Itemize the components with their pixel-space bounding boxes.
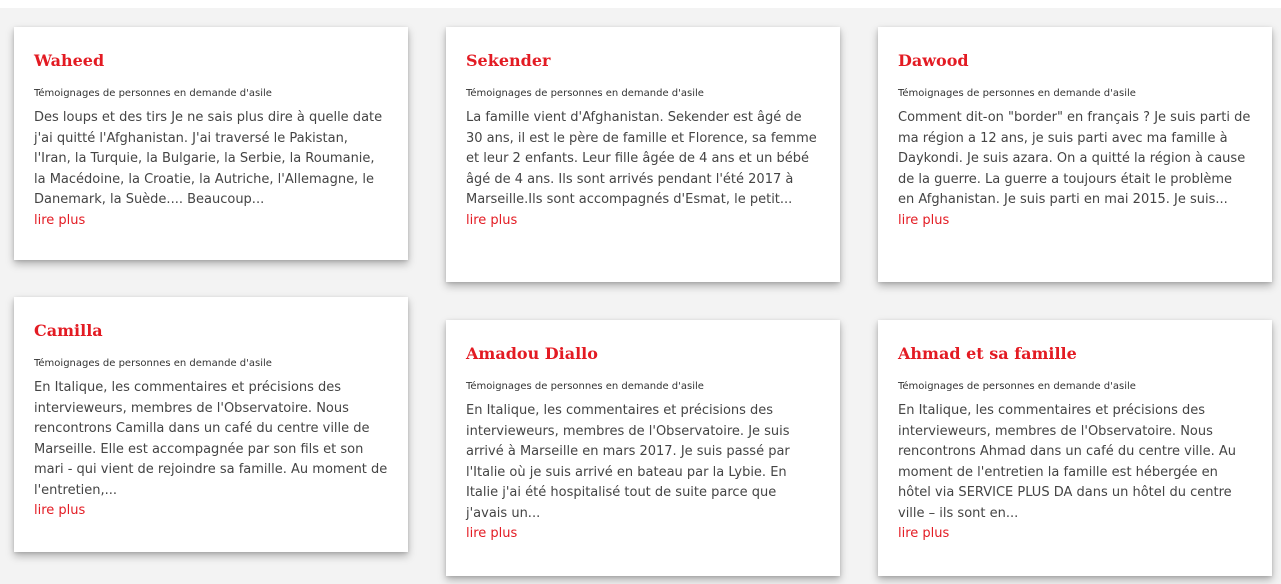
- read-more-link[interactable]: lire plus: [898, 211, 1252, 231]
- read-more-link[interactable]: lire plus: [898, 524, 1252, 544]
- card-excerpt: En Italique, les commentaires et précisi…: [898, 403, 1237, 521]
- card-category: Témoignages de personnes en demande d'as…: [34, 88, 272, 99]
- testimony-card: Dawood Témoignages de personnes en deman…: [878, 27, 1272, 282]
- testimony-card: Ahmad et sa famille Témoignages de perso…: [878, 320, 1272, 576]
- card-title[interactable]: Ahmad et sa famille: [898, 344, 1252, 364]
- card-category: Témoignages de personnes en demande d'as…: [34, 358, 272, 369]
- card-category: Témoignages de personnes en demande d'as…: [898, 381, 1136, 392]
- card-title[interactable]: Amadou Diallo: [466, 344, 820, 364]
- card-excerpt: La famille vient d'Afghanistan. Sekender…: [466, 110, 817, 207]
- read-more-link[interactable]: lire plus: [34, 211, 388, 231]
- card-category: Témoignages de personnes en demande d'as…: [898, 88, 1136, 99]
- testimony-card: Amadou Diallo Témoignages de personnes e…: [446, 320, 840, 576]
- testimony-card: Waheed Témoignages de personnes en deman…: [14, 27, 408, 260]
- top-band: [0, 0, 1281, 8]
- card-excerpt: En Italique, les commentaires et précisi…: [466, 403, 790, 521]
- card-category: Témoignages de personnes en demande d'as…: [466, 381, 704, 392]
- card-excerpt: Comment dit-on "border" en français ? Je…: [898, 110, 1251, 207]
- read-more-link[interactable]: lire plus: [34, 501, 388, 521]
- card-title[interactable]: Camilla: [34, 321, 388, 341]
- testimony-card: Sekender Témoignages de personnes en dem…: [446, 27, 840, 282]
- card-title[interactable]: Sekender: [466, 51, 820, 71]
- read-more-link[interactable]: lire plus: [466, 211, 820, 231]
- read-more-link[interactable]: lire plus: [466, 524, 820, 544]
- testimony-card: Camilla Témoignages de personnes en dema…: [14, 297, 408, 552]
- card-excerpt: Des loups et des tirs Je ne sais plus di…: [34, 110, 383, 207]
- card-title[interactable]: Waheed: [34, 51, 388, 71]
- card-category: Témoignages de personnes en demande d'as…: [466, 88, 704, 99]
- card-excerpt: En Italique, les commentaires et précisi…: [34, 380, 388, 498]
- card-title[interactable]: Dawood: [898, 51, 1252, 71]
